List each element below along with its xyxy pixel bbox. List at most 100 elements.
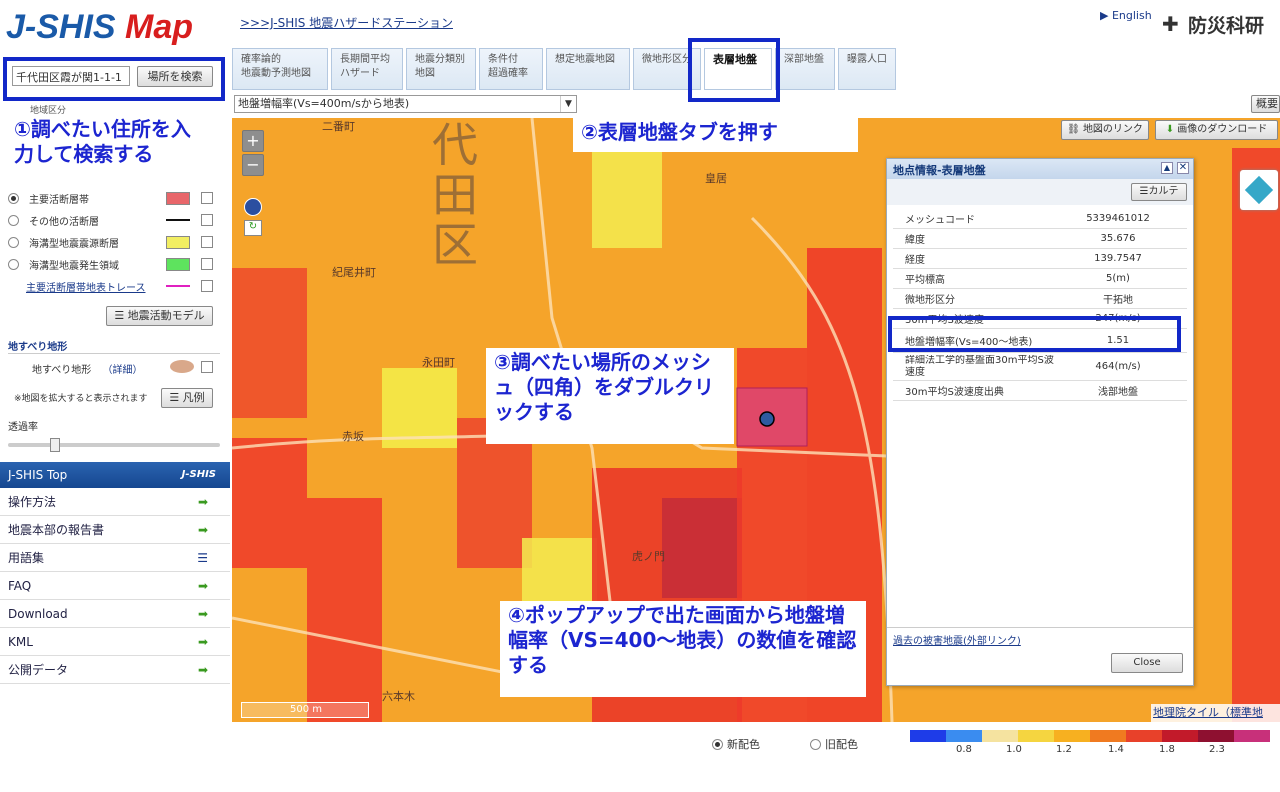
image-download-button[interactable]: ⬇ 画像のダウンロード <box>1155 120 1278 140</box>
popup-row: 経度 139.7547 <box>893 249 1187 269</box>
popup-titlebar: 地点情報-表層地盤 ▲ ✕ <box>887 159 1193 179</box>
tab-by-category[interactable]: 地震分類別 地図 <box>406 48 476 90</box>
menu-item[interactable]: 公開データ ➡ <box>0 656 230 684</box>
scale-bar: 500 m <box>241 702 369 718</box>
chevron-down-icon: ▼ <box>560 96 576 112</box>
zoom-out-button[interactable]: − <box>242 154 264 176</box>
legend-tick: 1.4 <box>1108 744 1124 755</box>
layers-button[interactable] <box>1240 170 1278 210</box>
opacity-slider[interactable] <box>8 438 220 452</box>
tab-deep-ground[interactable]: 深部地盤 <box>775 48 835 90</box>
close-icon[interactable]: ✕ <box>1177 162 1189 174</box>
menu-item[interactable]: 操作方法 ➡ <box>0 488 230 516</box>
download-arrow-icon: ⬇ <box>1165 124 1175 135</box>
legend-tick: 2.3 <box>1209 744 1225 755</box>
karte-button[interactable]: ☰カルテ <box>1131 183 1187 201</box>
nied-logo[interactable]: ✚ 防災科研 <box>1162 6 1278 42</box>
legend-tick: 1.8 <box>1159 744 1175 755</box>
globe-icon[interactable] <box>244 198 262 216</box>
tab-conditional[interactable]: 条件付 超過確率 <box>479 48 543 90</box>
search-highlight-box <box>3 57 225 101</box>
map-label: 皇居 <box>705 172 727 185</box>
tab-long-term[interactable]: 長期間平均 ハザード <box>331 48 403 90</box>
layer-item[interactable]: 海溝型地震発生領域 <box>8 253 220 275</box>
glossary-icon: ☰ <box>197 550 208 565</box>
tab-scenario[interactable]: 想定地震地図 <box>546 48 630 90</box>
trace-link[interactable]: 主要活断層帯地表トレース <box>26 279 146 294</box>
attribution-link[interactable]: 地理院タイル（標準地図） <box>1151 704 1280 722</box>
arrow-icon: ➡ <box>197 578 208 593</box>
legend-button[interactable]: ☰ 凡例 <box>161 388 213 408</box>
annotation-step4: ④ポップアップで出た画面から地盤増幅率（VS=400～地表）の数値を確認する <box>500 601 866 697</box>
layer-radio[interactable] <box>8 236 19 248</box>
opacity-label: 透過率 <box>8 422 38 433</box>
annotation-step1: ①調べたい住所を入力して検索する <box>6 115 218 169</box>
arrow-icon: ➡ <box>197 662 208 677</box>
trace-swatch <box>166 285 190 287</box>
landslide-item: 地すべり地形 （詳細） <box>32 360 222 376</box>
layer-checkbox[interactable] <box>201 236 213 248</box>
layer-radio[interactable] <box>8 258 19 270</box>
jshis-station-link[interactable]: >>>J-SHIS 地震ハザードステーション <box>240 14 453 31</box>
popup-row: 詳細法工学的基盤面30m平均S波速度 464(m/s) <box>893 353 1187 381</box>
layer-checkbox[interactable] <box>201 214 213 226</box>
map-label: 二番町 <box>322 120 355 133</box>
layer-radio[interactable] <box>8 192 19 204</box>
popup-row: 平均標高 5(m) <box>893 269 1187 289</box>
amplification-legend-bar <box>910 730 1270 742</box>
menu-item[interactable]: FAQ ➡ <box>0 572 230 600</box>
map-link-button[interactable]: ⛓ 地図のリンク <box>1061 120 1149 140</box>
layer-radio[interactable] <box>8 214 19 226</box>
arrow-icon: ➡ <box>197 634 208 649</box>
arrow-icon: ➡ <box>197 494 208 509</box>
landslide-checkbox[interactable] <box>201 361 213 373</box>
popup-row: 緯度 35.676 <box>893 229 1187 249</box>
tab-probabilistic[interactable]: 確率論的 地震動予測地図 <box>232 48 328 90</box>
new-color-option[interactable]: 新配色 <box>712 736 760 752</box>
menu-item[interactable]: KML ➡ <box>0 628 230 656</box>
map-label: 永田町 <box>422 356 455 369</box>
layer-swatch <box>166 191 190 205</box>
old-color-radio[interactable] <box>810 738 821 750</box>
map-label: 虎ノ門 <box>632 550 665 563</box>
side-menu: 操作方法 ➡ 地震本部の報告書 ➡ 用語集 ☰ FAQ ➡ Download ➡ KML ➡… <box>0 488 230 684</box>
ward-label: 代田区 <box>432 118 478 272</box>
layer-item[interactable]: その他の活断層 <box>8 209 220 231</box>
opacity-slider-handle[interactable] <box>50 438 60 452</box>
collapse-icon[interactable]: ▲ <box>1161 162 1173 174</box>
popup-row: 微地形区分 干拓地 <box>893 289 1187 309</box>
menu-item[interactable]: 用語集 ☰ <box>0 544 230 572</box>
map-label: 紀尾井町 <box>332 266 376 279</box>
overview-button[interactable]: 概要 <box>1251 95 1280 113</box>
tab-exposure[interactable]: 曝露人口 <box>838 48 896 90</box>
tab-bar: 確率論的 地震動予測地図 長期間平均 ハザード 地震分類別 地図 条件付 超過確率 想定… <box>232 48 896 90</box>
menu-item[interactable]: Download ➡ <box>0 600 230 628</box>
landslide-detail-link[interactable]: （詳細） <box>103 365 143 376</box>
layer-dropdown[interactable]: 地盤増幅率(Vs=400m/sから地表) ▼ <box>234 95 577 113</box>
menu-header[interactable]: J-SHIS Top J-SHIS <box>0 462 230 488</box>
damage-history-link[interactable]: 過去の被害地震(外部リンク) <box>887 627 1193 651</box>
layer-checkbox[interactable] <box>201 258 213 270</box>
layer-checkbox[interactable] <box>201 192 213 204</box>
jshis-map-logo[interactable]: J-SHIS Map <box>6 8 226 48</box>
legend-tick: 0.8 <box>956 744 972 755</box>
map-label: 六本木 <box>382 690 415 703</box>
old-color-option[interactable]: 旧配色 <box>810 736 858 752</box>
zoom-in-button[interactable]: + <box>242 130 264 152</box>
arrow-icon: ➡ <box>197 606 208 621</box>
refresh-icon[interactable]: ↻ <box>244 220 262 236</box>
english-link[interactable]: ▶ English <box>1100 9 1152 22</box>
layer-item[interactable]: 海溝型地震震源断層 <box>8 231 220 253</box>
menu-item[interactable]: 地震本部の報告書 ➡ <box>0 516 230 544</box>
layer-swatch <box>166 257 190 271</box>
trace-item[interactable]: 主要活断層帯地表トレース <box>8 275 220 297</box>
new-color-radio[interactable] <box>712 738 723 750</box>
trace-checkbox[interactable] <box>201 280 213 292</box>
landslide-swatch <box>170 360 194 373</box>
annotation-step2: ②表層地盤タブを押す <box>573 113 858 152</box>
popup-close-button[interactable]: Close <box>1111 653 1183 673</box>
layer-item[interactable]: 主要活断層帯 <box>8 187 220 209</box>
annotation-step3: ③調べたい場所のメッシュ（四角）をダブルクリックする <box>486 348 734 444</box>
seismic-model-button[interactable]: ☰ 地震活動モデル <box>106 306 213 326</box>
legend-tick: 1.2 <box>1056 744 1072 755</box>
